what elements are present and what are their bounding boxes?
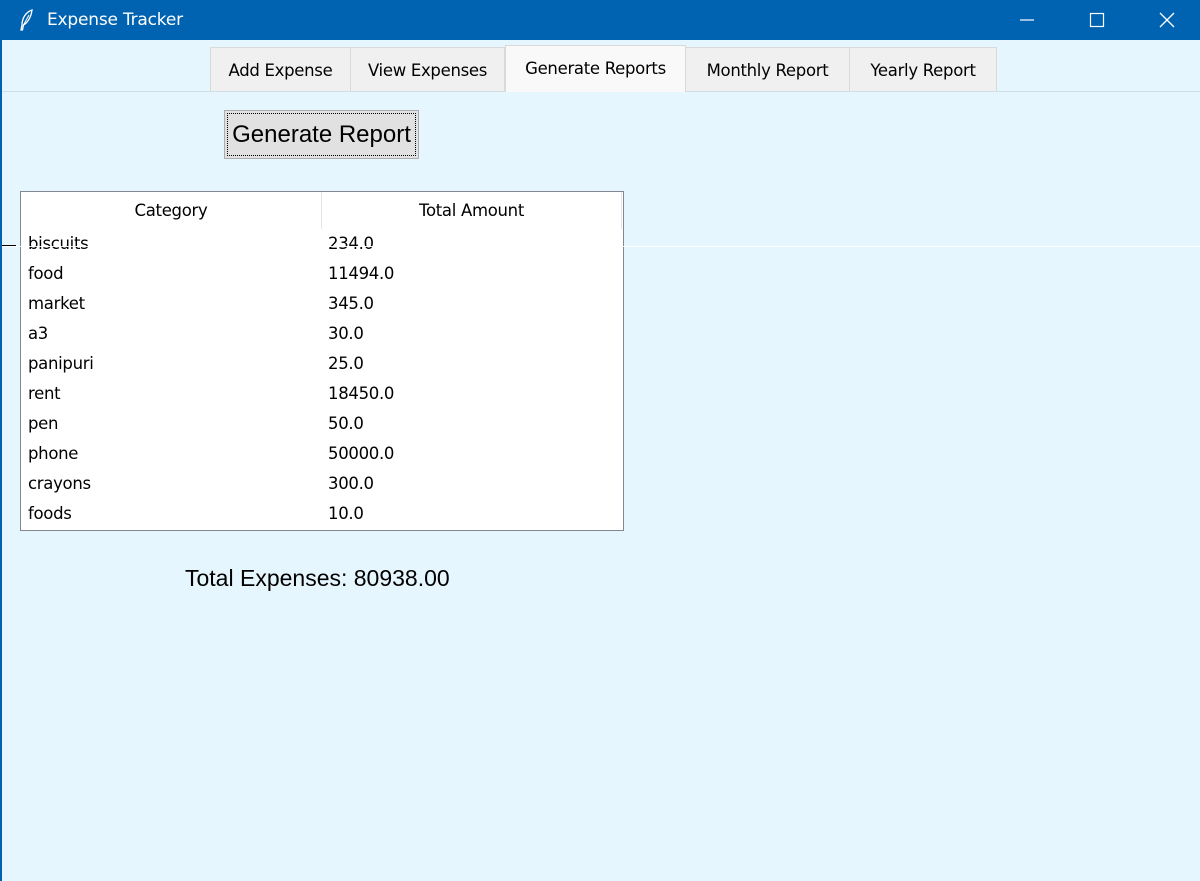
close-button[interactable] [1132, 0, 1200, 40]
tab-generate-reports[interactable]: Generate Reports [505, 45, 686, 92]
table-body: biscuits 234.0 food 11494.0 market 345.0… [21, 229, 623, 529]
minimize-button[interactable] [992, 0, 1062, 40]
cell-category: foods [28, 504, 72, 523]
title-bar[interactable]: Expense Tracker [2, 0, 1200, 40]
tab-yearly-report[interactable]: Yearly Report [849, 47, 997, 91]
table-row[interactable]: a3 30.0 [21, 319, 623, 349]
cell-amount: 30.0 [328, 324, 364, 343]
cell-category: food [28, 264, 64, 283]
table-row[interactable]: market 345.0 [21, 289, 623, 319]
cell-amount: 10.0 [328, 504, 364, 523]
total-expenses-label: Total Expenses: 80938.00 [185, 565, 450, 591]
minimize-icon [1020, 19, 1034, 21]
report-table[interactable]: Category Total Amount biscuits 234.0 foo… [20, 191, 624, 531]
app-window: Expense Tracker Add Expense View Expense… [0, 0, 1200, 881]
cell-category: panipuri [28, 354, 94, 373]
cell-amount: 50000.0 [328, 444, 395, 463]
divider-line [2, 246, 1200, 247]
table-row[interactable]: foods 10.0 [21, 499, 623, 529]
cell-amount: 300.0 [328, 474, 374, 493]
tab-add-expense[interactable]: Add Expense [210, 47, 351, 91]
table-row[interactable]: biscuits 234.0 [21, 229, 623, 259]
tab-monthly-report[interactable]: Monthly Report [685, 47, 850, 91]
cell-amount: 11494.0 [328, 264, 395, 283]
table-header: Category Total Amount [21, 192, 623, 229]
table-row[interactable]: pen 50.0 [21, 409, 623, 439]
cell-category: crayons [28, 474, 91, 493]
cell-category: biscuits [28, 234, 89, 253]
table-row[interactable]: rent 18450.0 [21, 379, 623, 409]
cell-amount: 18450.0 [328, 384, 395, 403]
cell-category: rent [28, 384, 61, 403]
maximize-button[interactable] [1062, 0, 1132, 40]
cell-amount: 234.0 [328, 234, 374, 253]
table-row[interactable]: phone 50000.0 [21, 439, 623, 469]
column-header-category[interactable]: Category [21, 192, 322, 229]
table-row[interactable]: crayons 300.0 [21, 469, 623, 499]
cell-category: phone [28, 444, 79, 463]
column-header-total-amount[interactable]: Total Amount [322, 192, 622, 229]
cell-category: pen [28, 414, 59, 433]
divider-tick [2, 245, 16, 246]
tab-view-expenses[interactable]: View Expenses [350, 47, 505, 91]
table-row[interactable]: panipuri 25.0 [21, 349, 623, 379]
cell-category: a3 [28, 324, 49, 343]
table-row[interactable]: food 11494.0 [21, 259, 623, 289]
cell-amount: 345.0 [328, 294, 374, 313]
close-icon [1159, 12, 1175, 28]
generate-report-button[interactable]: Generate Report [224, 110, 419, 159]
maximize-icon [1089, 12, 1105, 28]
window-title: Expense Tracker [47, 10, 183, 30]
cell-amount: 50.0 [328, 414, 364, 433]
cell-amount: 25.0 [328, 354, 364, 373]
cell-category: market [28, 294, 85, 313]
feather-icon [18, 9, 36, 31]
